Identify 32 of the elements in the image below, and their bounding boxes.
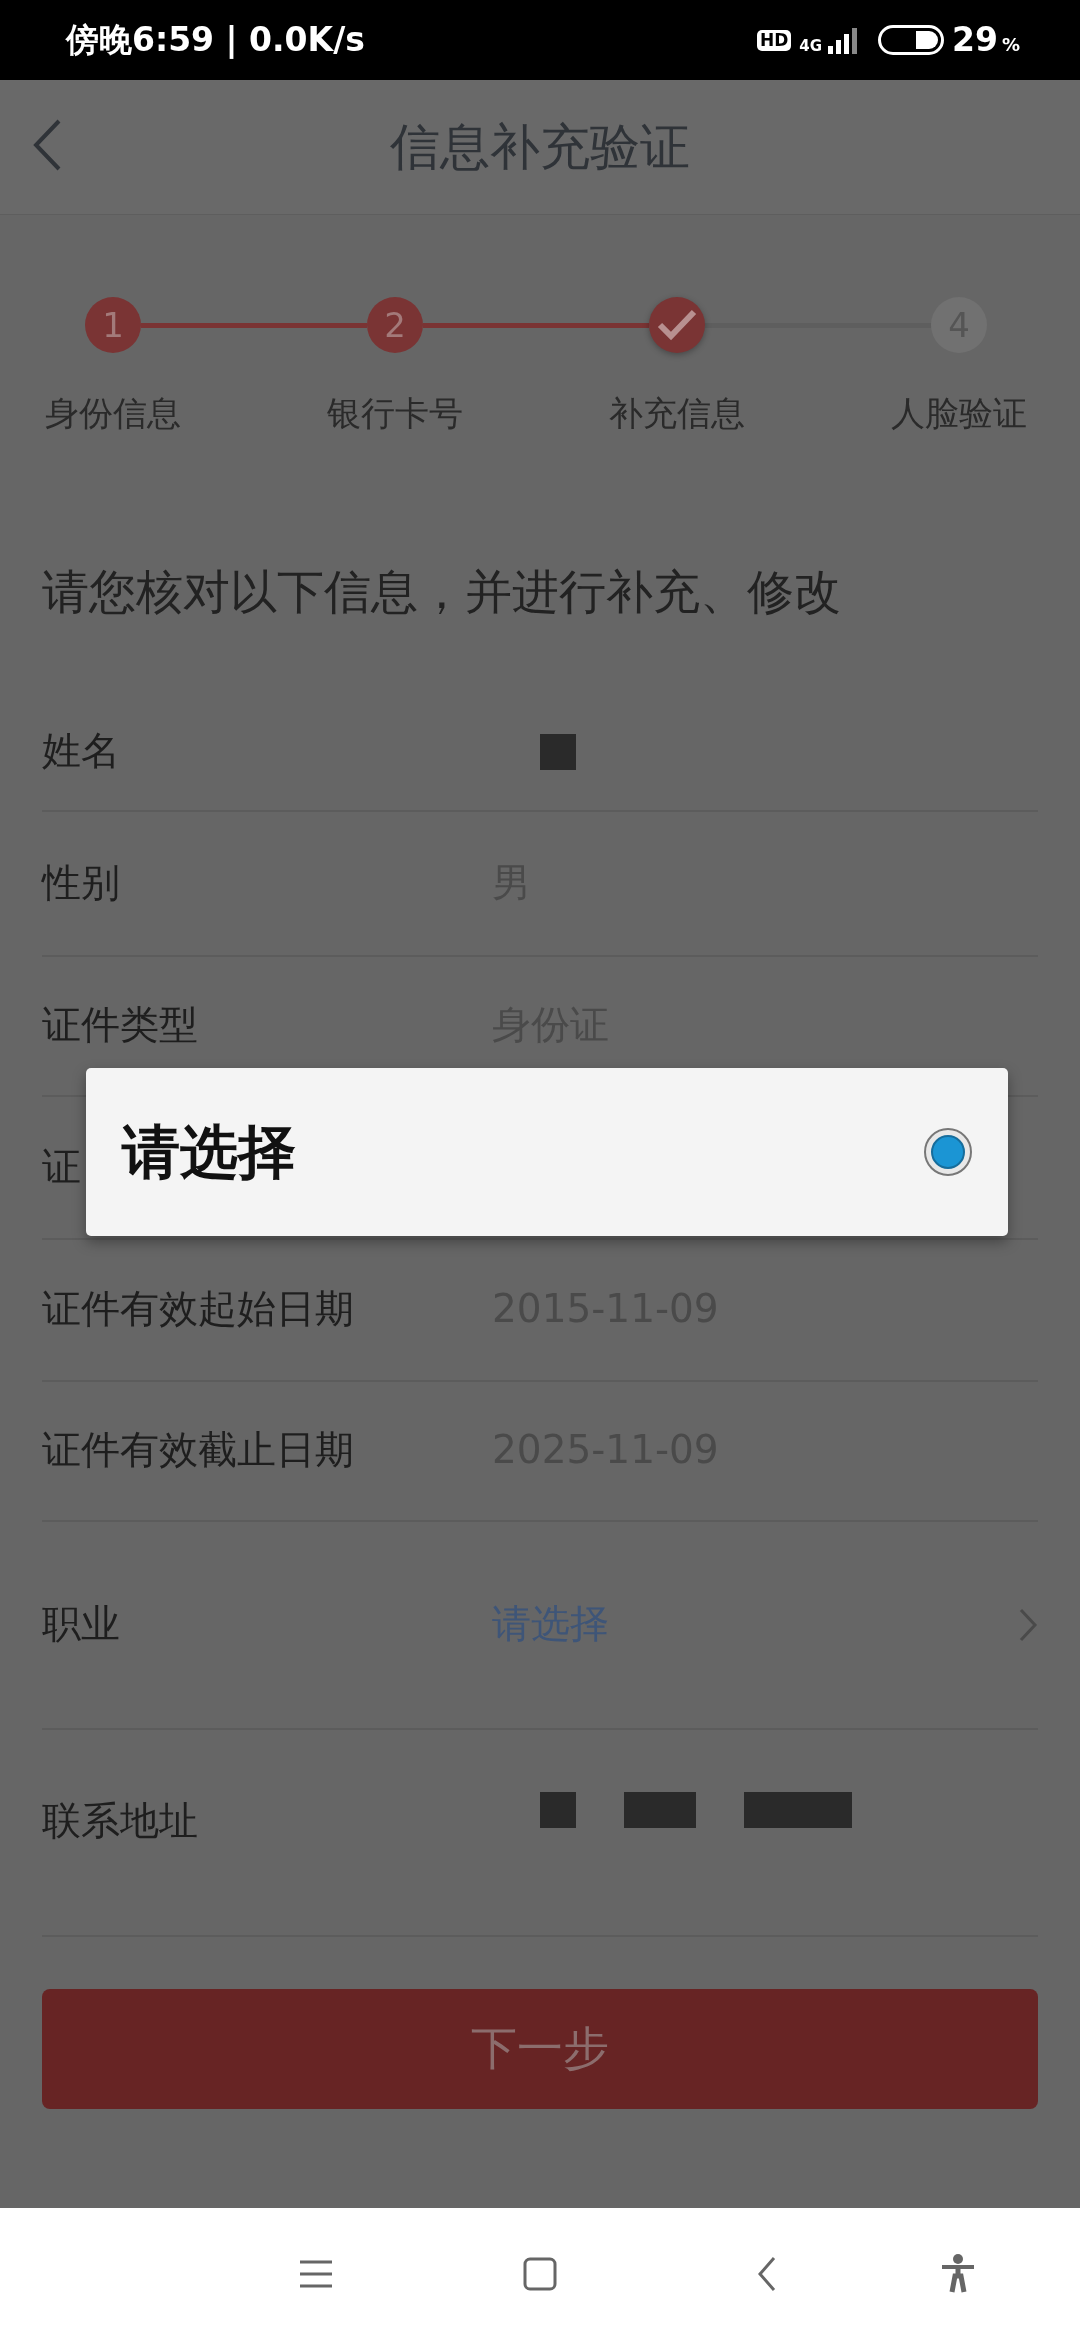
option-label[interactable]: 请选择: [122, 1108, 296, 1196]
redacted-block: [540, 733, 576, 770]
step-circle: 2: [367, 297, 423, 353]
network-label: 4G: [799, 39, 822, 54]
battery-unit: %: [1001, 33, 1020, 58]
field-label: 联系地址: [42, 1797, 198, 1843]
step-label: 银行卡号: [327, 392, 463, 435]
page-title: 信息补充验证: [390, 116, 690, 178]
field-label: 职业: [42, 1601, 120, 1647]
battery-icon: [878, 25, 944, 55]
back-icon[interactable]: [756, 2256, 778, 2292]
battery-level: 29: [952, 19, 998, 62]
redacted-block: [540, 1791, 576, 1828]
redacted-block: [624, 1791, 696, 1828]
field-label: 证件有效起始日期: [42, 1286, 354, 1332]
hd-badge: HD: [756, 29, 792, 51]
step-circle: 1: [85, 297, 141, 353]
square-icon[interactable]: [523, 2257, 557, 2291]
status-time: 傍晚6:59 | 0.0K/s: [66, 19, 365, 62]
field-label: 姓名: [42, 728, 120, 774]
check-icon: [657, 309, 697, 341]
field-label: 证: [42, 1143, 81, 1189]
field-label: 证件有效截止日期: [42, 1427, 354, 1473]
menu-icon[interactable]: [298, 2258, 334, 2290]
step-label: 补充信息: [609, 392, 745, 435]
step-label: 人脸验证: [891, 392, 1027, 435]
accessibility-icon[interactable]: [940, 2254, 976, 2294]
field-label: 性别: [42, 859, 120, 905]
field-label: 证件类型: [42, 1002, 198, 1048]
step-label: 身份信息: [45, 392, 181, 435]
radio-button[interactable]: [924, 1128, 972, 1176]
instruction-text: 请您核对以下信息，并进行补充、修改: [41, 563, 842, 621]
